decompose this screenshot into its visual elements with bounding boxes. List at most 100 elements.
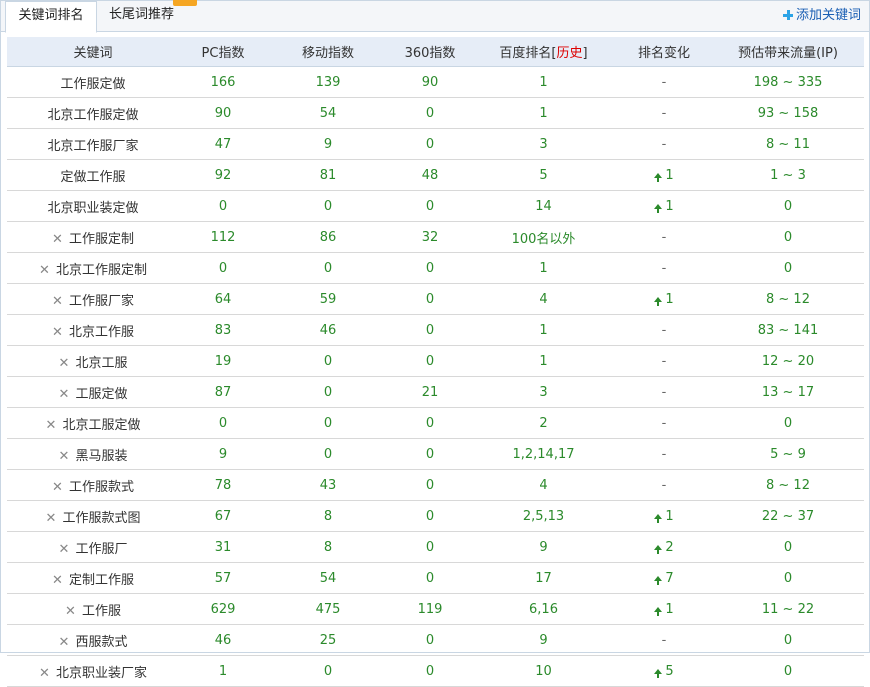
table-row: 工作服定做 166 139 90 1 - 198 ~ 335	[7, 66, 864, 98]
table-row: ✕ 工作服款式 78 43 0 4 - 8 ~ 12	[7, 469, 864, 501]
pc-index-cell: 31	[179, 531, 267, 563]
delete-keyword-icon[interactable]: ✕	[59, 449, 70, 464]
traffic-cell: 13 ~ 17	[712, 376, 864, 408]
360-index-cell: 0	[389, 624, 471, 656]
arrow-up-icon	[654, 668, 663, 678]
rank-change-cell: 7	[616, 562, 712, 594]
delete-keyword-icon[interactable]: ✕	[59, 387, 70, 402]
keyword-text: 北京工服	[75, 355, 128, 371]
delete-keyword-icon[interactable]: ✕	[52, 325, 63, 340]
rank-change-cell: 1	[616, 159, 712, 191]
delete-keyword-icon[interactable]: ✕	[46, 418, 57, 433]
delete-keyword-icon[interactable]: ✕	[59, 635, 70, 650]
rank-change-cell: -	[616, 66, 712, 98]
pc-index-cell: 0	[179, 407, 267, 439]
keyword-text: 工作服款式图	[62, 510, 141, 526]
360-index-cell: 0	[389, 562, 471, 594]
traffic-cell: 11 ~ 22	[712, 593, 864, 625]
keyword-cell: ✕ 北京工服定做	[7, 407, 179, 439]
mobile-index-cell: 0	[267, 345, 389, 377]
delete-keyword-icon[interactable]: ✕	[52, 232, 63, 247]
rank-change-value: -	[661, 353, 667, 369]
pc-index-cell: 87	[179, 376, 267, 408]
traffic-cell: 0	[712, 252, 864, 284]
rank-change-cell: 5	[616, 655, 712, 687]
mobile-index-cell: 0	[267, 376, 389, 408]
arrow-up-icon	[654, 513, 663, 523]
keyword-cell: 北京工作服定做	[7, 97, 179, 129]
360-index-cell: 0	[389, 97, 471, 129]
mobile-index-cell: 86	[267, 221, 389, 253]
pc-index-cell: 67	[179, 500, 267, 532]
keyword-text: 工作服款式	[68, 479, 134, 495]
rank-change-cell: 1	[616, 593, 712, 625]
delete-keyword-icon[interactable]: ✕	[52, 480, 63, 495]
rank-change-cell: -	[616, 438, 712, 470]
delete-keyword-icon[interactable]: ✕	[52, 573, 63, 588]
360-index-cell: 0	[389, 283, 471, 315]
traffic-cell: 12 ~ 20	[712, 345, 864, 377]
keyword-panel: 关键词排名 长尾词推荐 添加关键词 关键词 PC指数 移动指数 360指数 百度…	[0, 0, 870, 687]
traffic-cell: 0	[712, 190, 864, 222]
header-traffic: 预估带来流量(IP)	[712, 37, 864, 67]
keyword-text: 工作服厂	[75, 541, 128, 557]
table-row: 定做工作服 92 81 48 5 1 1 ~ 3	[7, 159, 864, 191]
pc-index-cell: 46	[179, 624, 267, 656]
keyword-text: 定制工作服	[68, 572, 134, 588]
keyword-cell: ✕ 北京工服	[7, 345, 179, 377]
rank-change-cell: -	[616, 221, 712, 253]
keyword-text: 北京职业装厂家	[55, 665, 147, 681]
arrow-up-icon	[654, 296, 663, 306]
delete-keyword-icon[interactable]: ✕	[52, 294, 63, 309]
delete-keyword-icon[interactable]: ✕	[59, 542, 70, 557]
arrow-up-icon	[654, 575, 663, 585]
mobile-index-cell: 8	[267, 500, 389, 532]
rank-change-cell: -	[616, 345, 712, 377]
keyword-text: 工作服厂家	[68, 293, 134, 309]
tab-keyword-ranking[interactable]: 关键词排名	[5, 1, 97, 33]
mobile-index-cell: 46	[267, 314, 389, 346]
baidu-rank-cell: 1	[471, 66, 616, 98]
table-row: 北京工作服定做 90 54 0 1 - 93 ~ 158	[7, 97, 864, 129]
table-row: 北京工作服厂家 47 9 0 3 - 8 ~ 11	[7, 128, 864, 160]
rank-change-value: -	[661, 415, 667, 431]
baidu-rank-cell: 3	[471, 128, 616, 160]
table-row: ✕ 工作服定制 112 86 32 100名以外 - 0	[7, 221, 864, 253]
rank-change-value: 5	[665, 663, 674, 679]
keyword-cell: ✕ 北京工作服	[7, 314, 179, 346]
header-baidu-rank: 百度排名[历史]	[471, 37, 616, 67]
rank-change-cell: -	[616, 252, 712, 284]
keyword-cell: 北京工作服厂家	[7, 128, 179, 160]
keyword-text: 北京工作服	[68, 324, 134, 340]
rank-change-value: -	[661, 446, 667, 462]
baidu-rank-cell: 9	[471, 531, 616, 563]
traffic-cell: 0	[712, 655, 864, 687]
rank-change-value: 1	[665, 167, 674, 183]
table-row: 北京职业装定做 0 0 0 14 1 0	[7, 190, 864, 222]
360-index-cell: 32	[389, 221, 471, 253]
keyword-text: 西服款式	[75, 634, 128, 650]
rank-change-value: 1	[665, 601, 674, 617]
rank-change-value: 1	[665, 198, 674, 214]
delete-keyword-icon[interactable]: ✕	[46, 511, 57, 526]
delete-keyword-icon[interactable]: ✕	[39, 666, 50, 681]
baidu-rank-cell: 1	[471, 314, 616, 346]
rank-change-cell: -	[616, 314, 712, 346]
baidu-rank-cell: 3	[471, 376, 616, 408]
keyword-table: 关键词 PC指数 移动指数 360指数 百度排名[历史] 排名变化 预估带来流量…	[7, 37, 864, 687]
header-rank-change: 排名变化	[616, 37, 712, 67]
delete-keyword-icon[interactable]: ✕	[59, 356, 70, 371]
table-row: ✕ 工服定做 87 0 21 3 - 13 ~ 17	[7, 376, 864, 408]
add-keyword-button[interactable]: 添加关键词	[782, 7, 861, 25]
pc-index-cell: 112	[179, 221, 267, 253]
keyword-text: 黑马服装	[75, 448, 128, 464]
history-link[interactable]: 历史	[556, 46, 582, 61]
header-pc-index: PC指数	[179, 37, 267, 67]
traffic-cell: 0	[712, 407, 864, 439]
delete-keyword-icon[interactable]: ✕	[39, 263, 50, 278]
table-row: ✕ 北京工服定做 0 0 0 2-0	[7, 407, 864, 439]
delete-keyword-icon[interactable]: ✕	[65, 604, 76, 619]
baidu-rank-cell: 14	[471, 190, 616, 222]
arrow-up-icon	[654, 203, 663, 213]
traffic-cell: 93 ~ 158	[712, 97, 864, 129]
